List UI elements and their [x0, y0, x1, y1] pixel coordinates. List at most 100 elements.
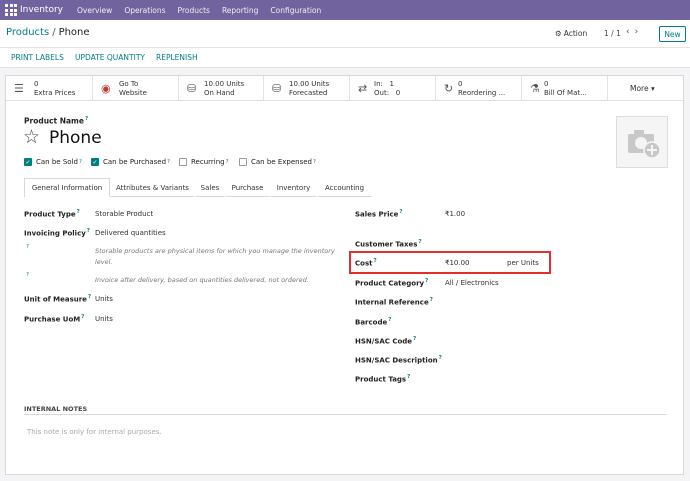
- help-icon[interactable]: ?: [77, 209, 80, 215]
- exchange-icon: ⇄: [358, 82, 368, 95]
- can-be-expensed-checkbox[interactable]: Can be Expensed?: [239, 158, 316, 166]
- tab-general-information[interactable]: General Information: [24, 178, 110, 197]
- tab-sales[interactable]: Sales: [195, 178, 225, 197]
- action-menu-button[interactable]: ⚙ Action: [555, 29, 587, 38]
- bill-of-materials-button[interactable]: ⚗ 0 Bill Of Mat...: [522, 76, 608, 101]
- gear-icon: ⚙: [555, 29, 562, 38]
- apps-menu-icon[interactable]: [4, 3, 18, 17]
- internal-reference-label: Internal Reference?: [355, 297, 433, 306]
- barcode-label: Barcode?: [355, 317, 391, 326]
- reordering-button[interactable]: ↻ 0 Reordering ...: [436, 76, 522, 101]
- favorite-star-icon[interactable]: ☆: [23, 127, 40, 147]
- help-icon[interactable]: ?: [87, 228, 90, 234]
- cost-label-text: Cost: [355, 259, 373, 268]
- globe-icon: ◉: [101, 82, 111, 95]
- help-icon[interactable]: ?: [373, 258, 376, 264]
- camera-plus-icon: [628, 130, 661, 159]
- help-icon[interactable]: ?: [81, 314, 84, 320]
- product-category-field[interactable]: All / Electronics: [445, 279, 499, 287]
- product-type-select[interactable]: Storable Product: [95, 210, 153, 218]
- help-icon[interactable]: ?: [430, 297, 433, 303]
- help-icon[interactable]: ?: [439, 355, 442, 361]
- help-icon[interactable]: ?: [425, 278, 428, 284]
- go-to-website-button[interactable]: ◉ Go To Website: [93, 76, 179, 101]
- invoicing-policy-help-text: Invoice after delivery, based on quantit…: [95, 276, 309, 284]
- help-icon[interactable]: ?: [88, 294, 91, 300]
- on-hand-value: 10.00 Units: [204, 80, 245, 88]
- pager-prev-icon[interactable]: ‹: [626, 27, 635, 37]
- checkbox-empty: [179, 158, 187, 166]
- out-value: 0: [395, 89, 401, 97]
- barcode-label-text: Barcode: [355, 318, 388, 327]
- invoicing-policy-label-text: Invoicing Policy: [24, 229, 86, 238]
- bom-label: Bill Of Mat...: [544, 89, 587, 97]
- help-icon[interactable]: ?: [413, 336, 416, 342]
- in-out-button[interactable]: ⇄ In: 1 Out: 0: [350, 76, 436, 101]
- sales-price-label: Sales Price?: [355, 209, 403, 218]
- form-sheet: ☰ 0 Extra Prices ◉ Go To Website ⛁ 10.00 U…: [5, 75, 684, 475]
- product-image[interactable]: [616, 116, 668, 168]
- pager-next-icon[interactable]: ›: [635, 27, 644, 37]
- menu-overview[interactable]: Overview: [77, 6, 112, 15]
- recurring-checkbox[interactable]: Recurring?: [179, 158, 229, 166]
- help-icon[interactable]: ?: [26, 244, 29, 250]
- help-icon[interactable]: ?: [418, 239, 421, 245]
- sales-price-field[interactable]: ₹1.00: [445, 210, 465, 218]
- tab-accounting[interactable]: Accounting: [317, 178, 372, 197]
- bom-count: 0: [544, 80, 549, 88]
- print-labels-button[interactable]: PRINT LABELS: [11, 53, 64, 62]
- on-hand-button[interactable]: ⛁ 10.00 Units On Hand: [179, 76, 264, 101]
- on-hand-label: On Hand: [204, 89, 235, 97]
- tab-purchase[interactable]: Purchase: [225, 178, 270, 197]
- new-button[interactable]: New: [659, 26, 686, 42]
- unit-of-measure-field[interactable]: Units: [95, 295, 113, 303]
- help-icon[interactable]: ?: [388, 317, 391, 323]
- help-icon[interactable]: ?: [226, 159, 229, 165]
- refresh-icon: ↻: [444, 82, 454, 95]
- help-icon[interactable]: ?: [313, 159, 316, 165]
- forecasted-label: Forecasted: [289, 89, 328, 97]
- help-icon[interactable]: ?: [79, 159, 82, 165]
- more-button[interactable]: More ▾: [630, 84, 655, 93]
- help-icon[interactable]: ?: [85, 116, 88, 122]
- in-value: 1: [389, 80, 395, 88]
- in-label: In:: [374, 80, 383, 88]
- can-be-sold-checkbox[interactable]: ✓ Can be Sold?: [24, 158, 82, 166]
- help-icon[interactable]: ?: [26, 272, 29, 278]
- menu-products[interactable]: Products: [178, 6, 210, 15]
- sales-price-label-text: Sales Price: [355, 210, 399, 219]
- help-icon[interactable]: ?: [167, 159, 170, 165]
- pager-arrows: ‹›: [626, 27, 643, 37]
- invoicing-policy-select[interactable]: Delivered quantities: [95, 229, 166, 237]
- purchase-uom-field[interactable]: Units: [95, 315, 113, 323]
- action-label: Action: [563, 29, 588, 38]
- product-tags-label: Product Tags?: [355, 374, 410, 383]
- product-name-input[interactable]: Phone: [49, 128, 102, 148]
- replenish-button[interactable]: REPLENISH: [156, 53, 198, 62]
- help-icon[interactable]: ?: [407, 374, 410, 380]
- app-name[interactable]: Inventory: [20, 5, 63, 15]
- breadcrumb-current: Phone: [58, 27, 90, 38]
- help-icon[interactable]: ?: [399, 209, 402, 215]
- tab-attributes-variants[interactable]: Attributes & Variants: [110, 178, 195, 197]
- reordering-label: Reordering ...: [458, 89, 506, 97]
- forecasted-button[interactable]: ⛁ 10.00 Units Forecasted: [264, 76, 350, 101]
- cost-field[interactable]: ₹10.00: [445, 259, 470, 267]
- pager-value[interactable]: 1 / 1: [604, 29, 621, 38]
- flask-icon: ⚗: [530, 82, 540, 95]
- cubes-icon: ⛁: [272, 82, 282, 95]
- breadcrumb-products-link[interactable]: Products: [6, 27, 49, 38]
- menu-operations[interactable]: Operations: [124, 6, 165, 15]
- menu-configuration[interactable]: Configuration: [270, 6, 321, 15]
- can-be-sold-label: Can be Sold: [36, 158, 78, 166]
- tab-inventory[interactable]: Inventory: [270, 178, 317, 197]
- extra-prices-button[interactable]: ☰ 0 Extra Prices: [6, 76, 93, 101]
- menu-reporting[interactable]: Reporting: [222, 6, 258, 15]
- cubes-icon: ⛁: [187, 82, 197, 95]
- internal-notes-editor[interactable]: This note is only for internal purposes.: [27, 428, 162, 436]
- update-quantity-button[interactable]: UPDATE QUANTITY: [75, 53, 145, 62]
- control-panel: Products / Phone ⚙ Action 1 / 1 ‹› New: [0, 20, 690, 48]
- product-name-label: Product Name?: [24, 116, 88, 126]
- product-category-label-text: Product Category: [355, 279, 425, 288]
- can-be-purchased-checkbox[interactable]: ✓ Can be Purchased?: [91, 158, 170, 166]
